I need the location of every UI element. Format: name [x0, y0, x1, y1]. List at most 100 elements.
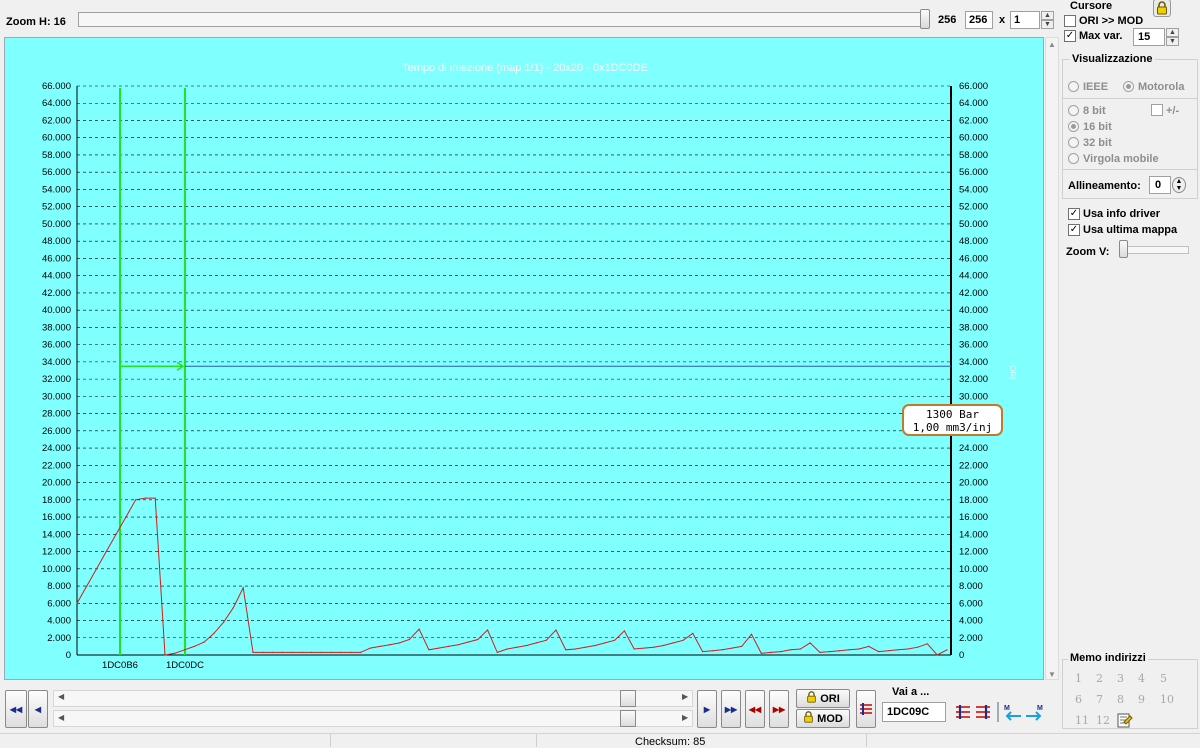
data-point	[516, 646, 518, 648]
memo-slot[interactable]: 4	[1138, 672, 1145, 685]
scroll-left-icon[interactable]: ◀	[58, 713, 64, 722]
bit8-radio[interactable]	[1068, 105, 1079, 116]
alignment-input[interactable]: 0	[1149, 176, 1171, 194]
data-point	[897, 649, 899, 651]
next-icon[interactable]: ▶	[697, 690, 717, 728]
lock-icon[interactable]	[1153, 0, 1171, 17]
data-point	[399, 642, 401, 644]
width-input[interactable]: 256	[965, 11, 993, 29]
goto-next-icon[interactable]	[974, 703, 992, 721]
hscroll-top[interactable]	[53, 690, 693, 707]
swap-left-icon[interactable]: M	[1003, 703, 1023, 721]
bit16-radio[interactable]	[1068, 121, 1079, 132]
chart-area[interactable]: Tempo di iniezione (map 1/1) - 20x20 - 0…	[4, 37, 1044, 680]
data-point	[311, 651, 313, 654]
ori-button[interactable]: ORI	[796, 689, 850, 708]
data-point	[809, 642, 811, 644]
zoom-h-slider-track[interactable]	[78, 12, 926, 27]
height-spin-down[interactable]: ▼	[1041, 20, 1054, 29]
memo-slot[interactable]: 5	[1160, 672, 1167, 685]
y-tick-label-left: 6.000	[47, 598, 71, 609]
memo-slot[interactable]: 6	[1075, 693, 1082, 706]
max-var-input[interactable]: 15	[1133, 28, 1165, 46]
next-red-icon[interactable]: ▶▶	[769, 690, 789, 728]
data-point	[653, 646, 655, 648]
chart-vscroll[interactable]	[1045, 37, 1059, 680]
mod-button[interactable]: MOD	[796, 709, 850, 728]
data-point	[731, 647, 733, 649]
lock-icon	[803, 711, 814, 726]
y-tick-label-right: 0	[959, 650, 964, 661]
max-var-checkbox[interactable]: ✓	[1064, 30, 1076, 42]
zoom-h-slider-thumb[interactable]	[920, 9, 930, 29]
data-point	[183, 649, 186, 651]
data-point	[487, 629, 489, 631]
y-tick-label-left: 4.000	[47, 616, 71, 627]
bit32-radio[interactable]	[1068, 137, 1079, 148]
zoom-v-slider-track[interactable]	[1127, 246, 1189, 254]
memo-slot[interactable]: 8	[1117, 693, 1124, 706]
last-icon[interactable]: ▶▶	[721, 690, 741, 728]
data-point	[135, 499, 137, 501]
visualization-title: Visualizzazione	[1070, 53, 1155, 65]
alignment-spinner[interactable]: ▲ ▼	[1172, 177, 1186, 193]
max-var-spin-down[interactable]: ▼	[1166, 37, 1179, 46]
data-point	[340, 651, 342, 654]
max-var-label: Max var.	[1079, 30, 1123, 42]
scroll-left-icon[interactable]: ◀	[58, 692, 64, 701]
goto-input[interactable]: 1DC09C	[882, 702, 946, 722]
data-point	[614, 639, 616, 641]
compare-icon[interactable]	[856, 690, 876, 728]
checksum-text: Checksum: 85	[635, 736, 706, 748]
scroll-up-icon[interactable]: ▲	[1045, 40, 1059, 49]
y-tick-label-right: 16.000	[959, 512, 988, 523]
scroll-down-icon[interactable]: ▼	[1045, 670, 1059, 679]
zoom-v-slider-thumb[interactable]	[1119, 240, 1128, 258]
prev-page-icon[interactable]: ◀	[28, 690, 48, 728]
memo-slot[interactable]: 9	[1138, 693, 1145, 706]
data-point	[721, 649, 723, 651]
hscroll-top-thumb[interactable]	[620, 690, 636, 707]
memo-edit-icon[interactable]	[1117, 712, 1133, 728]
data-point	[350, 651, 352, 654]
plusminus-checkbox[interactable]	[1151, 104, 1163, 116]
height-spin-up[interactable]: ▲	[1041, 11, 1054, 20]
ieee-radio[interactable]	[1068, 81, 1079, 92]
float-label: Virgola mobile	[1083, 153, 1159, 165]
memo-slot[interactable]: 10	[1160, 693, 1174, 706]
scroll-right-icon[interactable]: ▶	[682, 713, 688, 722]
height-input[interactable]: 1	[1010, 11, 1040, 29]
swap-right-icon[interactable]: M	[1024, 703, 1044, 721]
y-tick-label-left: 26.000	[42, 426, 71, 437]
hscroll-bottom[interactable]	[53, 710, 693, 727]
y-tick-label-right: 58.000	[959, 150, 988, 161]
data-point	[711, 650, 714, 652]
memo-slot[interactable]: 7	[1096, 693, 1103, 706]
memo-slot[interactable]: 1	[1075, 672, 1082, 685]
motorola-radio[interactable]	[1123, 81, 1134, 92]
y-tick-label-left: 32.000	[42, 374, 71, 385]
use-last-map-checkbox[interactable]: ✓	[1068, 224, 1080, 236]
goto-prev-icon[interactable]	[954, 703, 972, 721]
scroll-right-icon[interactable]: ▶	[682, 692, 688, 701]
data-point	[369, 647, 371, 649]
hscroll-bottom-thumb[interactable]	[620, 710, 636, 727]
y-tick-label-right: 50.000	[959, 219, 988, 230]
prev-red-icon[interactable]: ◀◀	[745, 690, 765, 728]
max-var-spin-up[interactable]: ▲	[1166, 28, 1179, 37]
ori-mod-checkbox[interactable]	[1064, 15, 1076, 27]
memo-slot[interactable]: 2	[1096, 672, 1103, 685]
data-point	[936, 654, 938, 656]
data-point	[164, 654, 166, 656]
data-point	[359, 651, 362, 654]
memo-slot[interactable]: 11	[1075, 714, 1089, 727]
data-point	[144, 497, 146, 499]
first-icon[interactable]: ◀◀	[5, 690, 27, 728]
alignment-label: Allineamento:	[1068, 180, 1141, 192]
float-radio[interactable]	[1068, 153, 1079, 164]
memo-slot[interactable]: 12	[1096, 714, 1110, 727]
memo-slot[interactable]: 3	[1117, 672, 1124, 685]
use-driver-info-checkbox[interactable]: ✓	[1068, 208, 1080, 220]
y-tick-label-left: 10.000	[42, 564, 71, 575]
y-tick-label-right: 30.000	[959, 391, 988, 402]
